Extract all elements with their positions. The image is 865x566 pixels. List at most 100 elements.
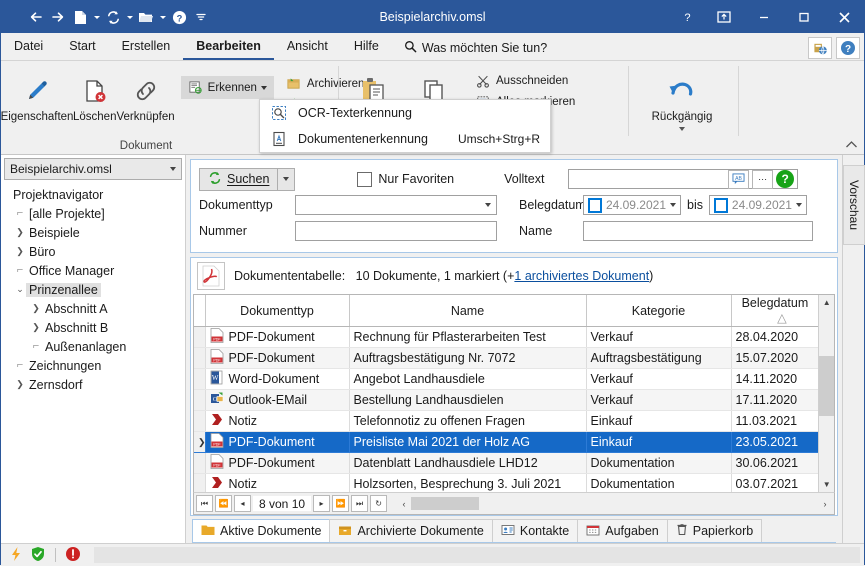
chevron-down-icon[interactable]: ⌄ (14, 284, 26, 295)
ribbon-help-icon[interactable]: ? (836, 37, 860, 59)
column-header-belegdatum[interactable]: Belegdatum △ (731, 295, 819, 327)
erkennen-chevron-down-icon[interactable] (260, 85, 267, 90)
more-options-button[interactable]: ··· (752, 169, 774, 189)
chevron-right-icon[interactable]: ❯ (14, 246, 26, 257)
erkennen-split-button[interactable]: Erkennen (180, 76, 274, 99)
column-header-name[interactable]: Name (349, 295, 587, 327)
row-marker[interactable] (194, 452, 206, 474)
chevron-right-icon[interactable]: ❯ (14, 379, 26, 390)
table-row[interactable]: Notiz Telefonnotiz zu offenen Fragen Ein… (194, 410, 819, 432)
pager-prev-page-button[interactable]: ⏪ (215, 495, 232, 512)
tab-aktive-dokumente[interactable]: Aktive Dokumente (192, 519, 331, 542)
customize-toolbar-icon[interactable] (190, 6, 212, 28)
tree-item-aussenanlagen[interactable]: ⌐ Außenanlagen (4, 337, 182, 356)
menu-item-ocr-texterkennung[interactable]: OCR-Texterkennung (260, 100, 550, 126)
ab-icon-button[interactable]: AB (728, 169, 750, 189)
tab-ansicht[interactable]: Ansicht (274, 35, 341, 60)
row-marker[interactable] (194, 368, 206, 390)
menu-item-dokumentenerkennung[interactable]: Dokumentenerkennung Umsch+Strg+R (260, 126, 550, 152)
open-folder-chevron-down-icon[interactable] (157, 6, 168, 28)
column-header-kategorie[interactable]: Kategorie (586, 295, 732, 327)
rueckgaengig-button[interactable]: Rückgängig (643, 67, 721, 131)
tab-hilfe[interactable]: Hilfe (341, 35, 392, 60)
tree-item-prinzenallee[interactable]: ⌄ Prinzenallee (4, 280, 182, 299)
loeschen-button[interactable]: Löschen (73, 67, 116, 123)
belegdatum-bis-field[interactable]: 24.09.2021 (708, 195, 807, 215)
new-document-icon[interactable] (69, 6, 91, 28)
verknuepfen-button[interactable]: Verknüpfen (116, 67, 175, 123)
maximize-button[interactable] (784, 1, 824, 33)
row-marker-current[interactable]: ❯ (194, 431, 206, 453)
tree-item-buero[interactable]: ❯ Büro (4, 242, 182, 261)
tab-datei[interactable]: Datei (1, 35, 56, 60)
chevron-right-icon[interactable]: ❯ (14, 227, 26, 238)
ribbon-display-options-button[interactable] (704, 1, 744, 33)
dokumenttyp-select[interactable] (295, 195, 497, 215)
suchen-button[interactable]: Suchen (199, 167, 279, 191)
tree-item-abschnitt-b[interactable]: ❯ Abschnitt B (4, 318, 182, 337)
tree-item-abschnitt-a[interactable]: ❯ Abschnitt A (4, 299, 182, 318)
volltext-help-button[interactable]: ? (776, 170, 795, 188)
table-row-selected[interactable]: ❯ PDF PDF-Dokument Preisliste Mai 2021 de… (194, 431, 819, 453)
table-horizontal-scrollbar[interactable]: ‹ › (397, 496, 832, 511)
scroll-right-icon[interactable]: › (818, 499, 832, 509)
scroll-up-icon[interactable]: ▲ (819, 295, 834, 310)
column-header-dokumenttyp[interactable]: Dokumenttyp (205, 295, 350, 327)
tree-item-zeichnungen[interactable]: ⌐ Zeichnungen (4, 356, 182, 375)
horizontal-scroll-thumb[interactable] (411, 497, 480, 510)
tree-item-zernsdorf[interactable]: ❯ Zernsdorf (4, 375, 182, 394)
archived-document-link[interactable]: 1 archiviertes Dokument (514, 269, 649, 283)
pager-prev-button[interactable]: ◂ (234, 495, 251, 512)
suchen-dropdown-button[interactable] (278, 167, 296, 191)
row-marker[interactable] (194, 389, 206, 411)
eigenschaften-button[interactable]: Eigenschaften (1, 67, 73, 123)
pager-next-button[interactable]: ▸ (313, 495, 331, 512)
scroll-down-icon[interactable]: ▼ (819, 477, 834, 492)
table-row[interactable]: O Outlook-EMail Bestellung Landhausdielen… (194, 389, 819, 411)
rueckgaengig-chevron-down-icon[interactable] (679, 127, 685, 131)
back-arrow-icon[interactable] (25, 6, 47, 28)
tab-kontakte[interactable]: Kontakte (491, 519, 579, 542)
table-row[interactable]: PDF PDF-Dokument Datenblatt Landhausdiele… (194, 452, 819, 474)
tell-me-search[interactable]: Was möchten Sie tun? (404, 40, 547, 60)
web-archive-icon[interactable] (808, 37, 832, 59)
table-row[interactable]: PDF PDF-Dokument Rechnung für Pflasterarb… (194, 326, 819, 348)
tab-erstellen[interactable]: Erstellen (109, 35, 184, 60)
window-help-button[interactable]: ? (670, 1, 704, 33)
archive-select[interactable]: Beispielarchiv.omsl (4, 158, 182, 180)
lightning-icon[interactable] (9, 546, 23, 565)
tab-bearbeiten[interactable]: Bearbeiten (183, 35, 274, 60)
name-input[interactable] (583, 221, 813, 241)
tab-papierkorb[interactable]: Papierkorb (666, 519, 763, 542)
new-document-chevron-down-icon[interactable] (91, 6, 102, 28)
forward-arrow-icon[interactable] (47, 6, 69, 28)
minimize-button[interactable] (744, 1, 784, 33)
belegdatum-von-field[interactable]: 24.09.2021 (583, 195, 681, 215)
belegdatum-bis-checkbox[interactable] (713, 197, 728, 213)
chevron-right-icon[interactable]: ❯ (30, 303, 42, 314)
preview-tab[interactable]: Vorschau (843, 165, 865, 245)
row-marker[interactable] (194, 347, 206, 369)
nummer-input[interactable] (295, 221, 497, 241)
belegdatum-von-checkbox[interactable] (588, 197, 602, 213)
help-icon[interactable]: ? (168, 6, 190, 28)
refresh-icon[interactable] (102, 6, 124, 28)
tree-item-office-manager[interactable]: ⌐ Office Manager (4, 261, 182, 280)
tab-archivierte-dokumente[interactable]: Archivierte Dokumente (329, 519, 493, 542)
open-folder-icon[interactable] (135, 6, 157, 28)
table-row[interactable]: W Word-Dokument Angebot Landhausdiele Ver… (194, 368, 819, 390)
pager-next-page-button[interactable]: ⏩ (332, 495, 350, 512)
tab-start[interactable]: Start (56, 35, 108, 60)
tree-item-beispiele[interactable]: ❯ Beispiele (4, 223, 182, 242)
tab-aufgaben[interactable]: Aufgaben (577, 519, 668, 542)
tree-root-projektnavigator[interactable]: Projektnavigator (4, 185, 182, 204)
ribbon-collapse-icon[interactable] (845, 140, 858, 152)
table-vertical-scrollbar[interactable]: ▲ ▼ (818, 295, 834, 492)
pager-last-button[interactable]: ⏭ (351, 495, 369, 512)
tree-item-alle-projekte[interactable]: ⌐ [alle Projekte] (4, 204, 182, 223)
shield-ok-icon[interactable] (30, 546, 46, 565)
nur-favoriten-checkbox[interactable] (357, 171, 373, 187)
pager-refresh-button[interactable]: ↻ (370, 495, 388, 512)
chevron-right-icon[interactable]: ❯ (30, 322, 42, 333)
volltext-input[interactable]: AB ··· ? (568, 169, 799, 189)
